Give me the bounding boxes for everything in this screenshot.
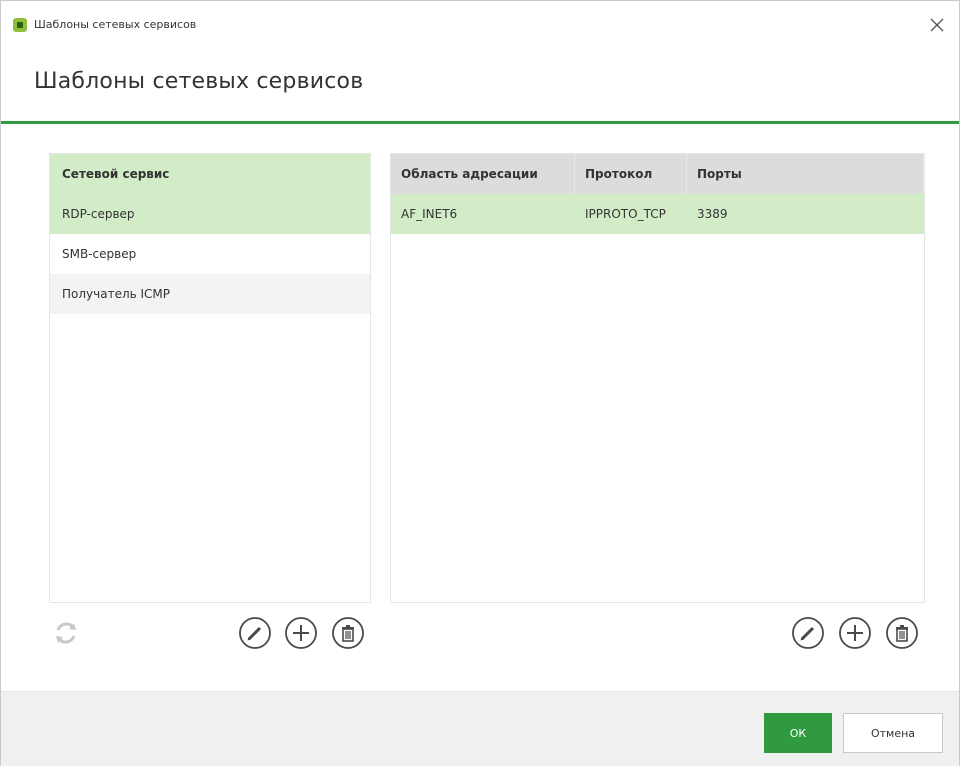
close-button[interactable] <box>923 11 951 39</box>
services-list: Сетевой сервис RDP-сервер SMB-сервер Пол… <box>49 153 371 603</box>
add-service-button[interactable] <box>284 616 318 650</box>
cell-protocol: IPPROTO_TCP <box>585 207 666 221</box>
column-header-protocol[interactable]: Протокол <box>575 154 687 194</box>
list-item-smb[interactable]: SMB-сервер <box>50 234 370 274</box>
dialog-window: Шаблоны сетевых сервисов Шаблоны сетевых… <box>0 0 960 766</box>
table-header: Область адресации Протокол Порты <box>391 154 924 194</box>
services-column-header: Сетевой сервис <box>50 154 370 194</box>
dialog-footer: ОК Отмена <box>1 691 959 766</box>
table-row[interactable]: AF_INET6 IPPROTO_TCP 3389 <box>391 194 924 234</box>
page-title: Шаблоны сетевых сервисов <box>34 69 364 94</box>
trash-icon <box>886 617 918 649</box>
header-divider <box>1 121 959 124</box>
close-icon <box>930 18 944 32</box>
edit-rule-button[interactable] <box>791 616 825 650</box>
trash-icon <box>332 617 364 649</box>
edit-service-button[interactable] <box>238 616 272 650</box>
cell-ports: 3389 <box>697 207 728 221</box>
title-bar: Шаблоны сетевых сервисов <box>1 1 959 47</box>
window-title: Шаблоны сетевых сервисов <box>34 18 197 31</box>
plus-icon <box>285 617 317 649</box>
column-header-address-family[interactable]: Область адресации <box>391 154 575 194</box>
plus-icon <box>839 617 871 649</box>
delete-rule-button[interactable] <box>885 616 919 650</box>
list-item-rdp[interactable]: RDP-сервер <box>50 194 370 234</box>
refresh-icon <box>56 622 76 644</box>
cancel-button[interactable]: Отмена <box>843 713 943 753</box>
app-icon <box>13 18 27 32</box>
details-table: Область адресации Протокол Порты AF_INET… <box>390 153 925 603</box>
refresh-button[interactable] <box>49 616 83 650</box>
add-rule-button[interactable] <box>838 616 872 650</box>
delete-service-button[interactable] <box>331 616 365 650</box>
list-item-icmp[interactable]: Получатель ICMP <box>50 274 370 314</box>
pencil-icon <box>792 617 824 649</box>
pencil-icon <box>239 617 271 649</box>
ok-button[interactable]: ОК <box>764 713 832 753</box>
cell-address-family: AF_INET6 <box>401 207 458 221</box>
column-header-ports[interactable]: Порты <box>687 154 924 194</box>
